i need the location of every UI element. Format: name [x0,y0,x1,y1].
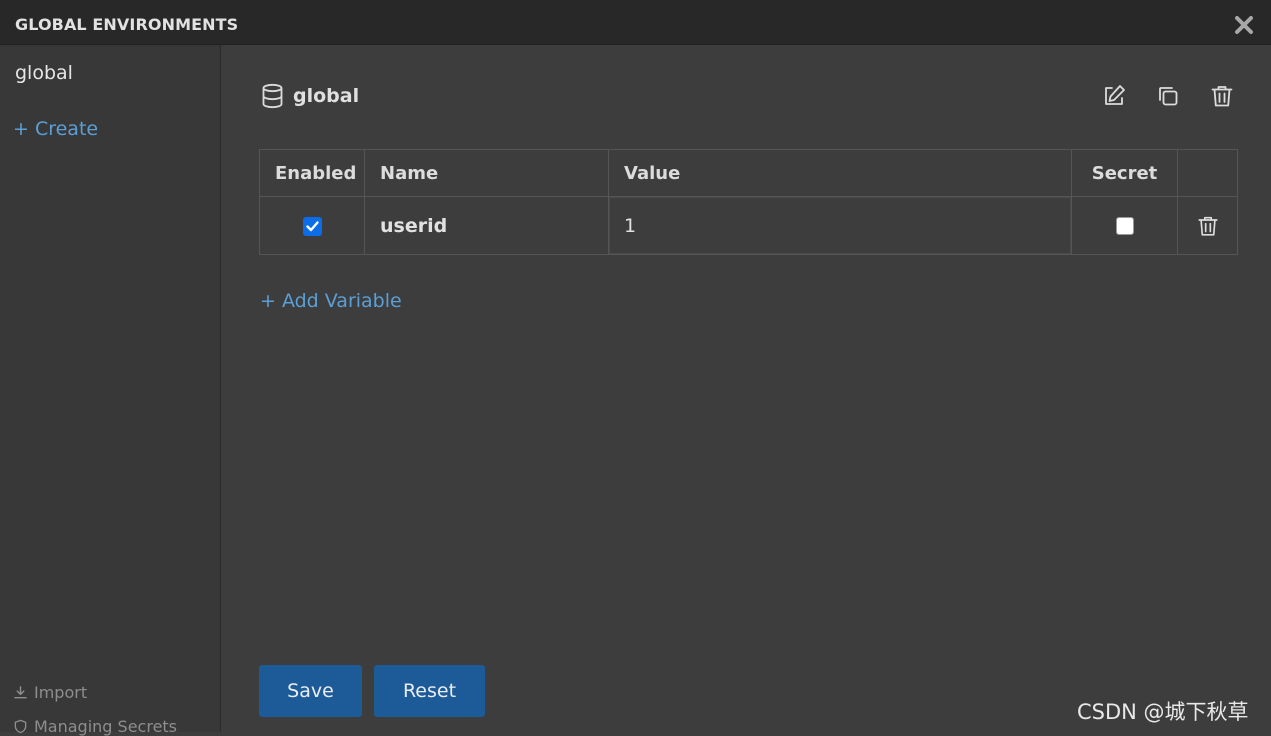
variable-value-input[interactable]: 1 [608,196,1072,255]
column-header-secret: Secret [1071,149,1178,197]
close-icon[interactable] [1233,14,1255,36]
variables-table: Enabled Name Value Secret userid 1 [259,149,1238,255]
edit-icon[interactable] [1101,83,1127,109]
table-header-row: Enabled Name Value Secret [259,149,1238,197]
import-label: Import [34,683,88,702]
create-environment-link[interactable]: + Create [13,118,98,140]
managing-secrets-label: Managing Secrets [34,717,178,736]
column-header-enabled: Enabled [259,149,365,197]
modal-titlebar: GLOBAL ENVIRONMENTS [0,0,1271,45]
database-icon [262,83,283,109]
download-icon [14,686,27,699]
row-actions-cell [1177,196,1238,255]
managing-secrets-link[interactable]: Managing Secrets [13,717,177,736]
column-header-name: Name [364,149,609,197]
variable-name-input[interactable]: userid [364,196,609,255]
secret-cell [1071,196,1178,255]
copy-icon[interactable] [1155,83,1181,109]
column-header-value: Value [608,149,1072,197]
column-header-actions [1177,149,1238,197]
secret-checkbox[interactable] [1115,217,1134,235]
modal-title: GLOBAL ENVIRONMENTS [15,15,239,34]
table-row: userid 1 [259,196,1238,255]
watermark-text: CSDN @城下秋草 [1077,700,1249,724]
environment-sidebar: global + Create Import Managing Secrets [0,45,221,736]
enabled-checkbox[interactable] [302,216,322,236]
trash-icon[interactable] [1196,213,1220,239]
environment-header: global [260,83,359,109]
enabled-cell [259,196,365,255]
save-button[interactable]: Save [259,665,362,717]
reset-button[interactable]: Reset [374,665,485,717]
environment-panel: global Enabled Name Value Secret userid … [222,45,1271,732]
sidebar-item-global[interactable]: global [15,62,73,84]
import-link[interactable]: Import [13,683,87,702]
trash-icon[interactable] [1209,83,1235,109]
add-variable-link[interactable]: + Add Variable [260,290,402,312]
environment-title: global [293,85,360,107]
